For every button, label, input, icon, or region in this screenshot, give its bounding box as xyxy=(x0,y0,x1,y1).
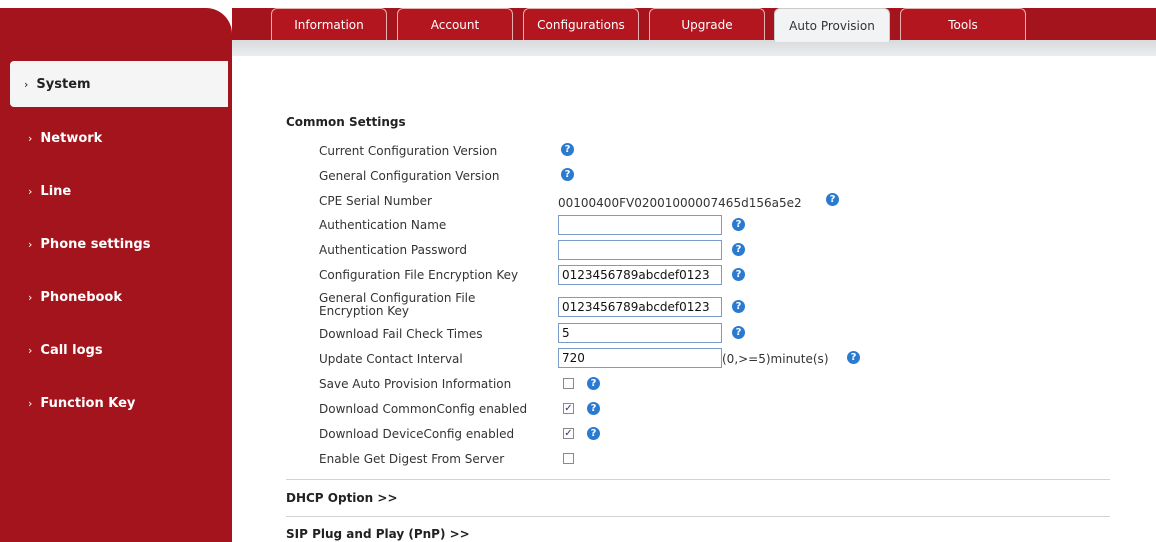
label-line-1: General Configuration File xyxy=(319,291,476,305)
save-auto-provision-info-checkbox[interactable] xyxy=(563,378,574,389)
enable-get-digest-checkbox[interactable] xyxy=(563,453,574,464)
sip-pnp-toggle[interactable]: SIP Plug and Play (PnP) >> xyxy=(286,527,470,541)
help-icon[interactable]: ? xyxy=(587,402,600,415)
sidebar-item-system[interactable]: › System xyxy=(10,61,228,107)
divider xyxy=(286,516,1110,517)
chevron-right-icon: › xyxy=(28,396,33,410)
sidebar-item-label: Network xyxy=(40,130,103,146)
label-general-config-encryption-key: General Configuration File Encryption Key xyxy=(319,292,475,318)
sidebar-item-call-logs[interactable]: › Call logs xyxy=(14,327,228,373)
sidebar-item-line[interactable]: › Line xyxy=(14,168,228,214)
chevron-right-icon: › xyxy=(28,184,33,198)
sidebar-item-label: Call logs xyxy=(40,342,103,358)
label-config-file-encryption-key: Configuration File Encryption Key xyxy=(319,268,519,282)
chevron-right-icon: › xyxy=(28,343,33,357)
tab-account[interactable]: Account xyxy=(397,8,513,40)
sidebar-item-phonebook[interactable]: › Phonebook xyxy=(14,274,228,320)
general-config-encryption-key-input[interactable] xyxy=(558,297,722,317)
update-interval-unit: (0,>=5)minute(s) xyxy=(722,352,829,366)
label-cpe-serial-number: CPE Serial Number xyxy=(319,194,432,208)
help-icon[interactable]: ? xyxy=(847,351,860,364)
sidebar-item-network[interactable]: › Network xyxy=(14,115,228,161)
chevron-right-icon: › xyxy=(24,77,29,91)
divider xyxy=(286,479,1110,480)
chevron-right-icon: › xyxy=(28,290,33,304)
sidebar-item-phone-settings[interactable]: › Phone settings xyxy=(14,221,228,267)
help-icon[interactable]: ? xyxy=(732,243,745,256)
label-authentication-password: Authentication Password xyxy=(319,243,467,257)
sidebar-item-label: System xyxy=(36,76,91,92)
tab-bar-shadow xyxy=(232,40,1156,56)
sidebar-item-label: Line xyxy=(40,183,72,199)
authentication-password-input[interactable] xyxy=(558,240,722,260)
config-file-encryption-key-input[interactable] xyxy=(558,265,722,285)
chevron-right-icon: › xyxy=(28,131,33,145)
section-title-common-settings: Common Settings xyxy=(286,115,406,129)
help-icon[interactable]: ? xyxy=(732,300,745,313)
label-download-fail-check-times: Download Fail Check Times xyxy=(319,327,483,341)
sidebar-header xyxy=(0,8,232,60)
tab-tools[interactable]: Tools xyxy=(900,8,1026,40)
label-save-auto-provision-info: Save Auto Provision Information xyxy=(319,377,512,391)
label-update-contact-interval: Update Contact Interval xyxy=(319,352,463,366)
help-icon[interactable]: ? xyxy=(587,377,600,390)
sidebar-item-label: Phone settings xyxy=(40,236,151,252)
help-icon[interactable]: ? xyxy=(732,218,745,231)
label-general-config-version: General Configuration Version xyxy=(319,169,500,183)
cpe-serial-value: 00100400FV02001000007465d156a5e2 xyxy=(558,196,802,210)
authentication-name-input[interactable] xyxy=(558,215,722,235)
download-deviceconfig-checkbox[interactable]: ✓ xyxy=(563,428,574,439)
help-icon[interactable]: ? xyxy=(561,143,574,156)
help-icon[interactable]: ? xyxy=(587,427,600,440)
sidebar-item-function-key[interactable]: › Function Key xyxy=(14,380,228,426)
help-icon[interactable]: ? xyxy=(732,268,745,281)
help-icon[interactable]: ? xyxy=(732,326,745,339)
sidebar-item-label: Phonebook xyxy=(40,289,123,305)
sidebar-item-label: Function Key xyxy=(40,395,136,411)
label-enable-get-digest: Enable Get Digest From Server xyxy=(319,452,505,466)
download-commonconfig-checkbox[interactable]: ✓ xyxy=(563,403,574,414)
label-download-commonconfig-enabled: Download CommonConfig enabled xyxy=(319,402,528,416)
tab-auto-provision[interactable]: Auto Provision xyxy=(774,8,890,42)
help-icon[interactable]: ? xyxy=(561,168,574,181)
label-line-2: Encryption Key xyxy=(319,304,409,318)
label-download-deviceconfig-enabled: Download DeviceConfig enabled xyxy=(319,427,515,441)
tab-information[interactable]: Information xyxy=(271,8,387,40)
dhcp-option-toggle[interactable]: DHCP Option >> xyxy=(286,491,398,505)
update-contact-interval-input[interactable] xyxy=(558,348,722,368)
chevron-right-icon: › xyxy=(28,237,33,251)
tab-upgrade[interactable]: Upgrade xyxy=(649,8,765,40)
help-icon[interactable]: ? xyxy=(826,193,839,206)
label-current-config-version: Current Configuration Version xyxy=(319,144,498,158)
tab-configurations[interactable]: Configurations xyxy=(523,8,639,40)
download-fail-check-times-input[interactable] xyxy=(558,323,722,343)
label-authentication-name: Authentication Name xyxy=(319,218,447,232)
